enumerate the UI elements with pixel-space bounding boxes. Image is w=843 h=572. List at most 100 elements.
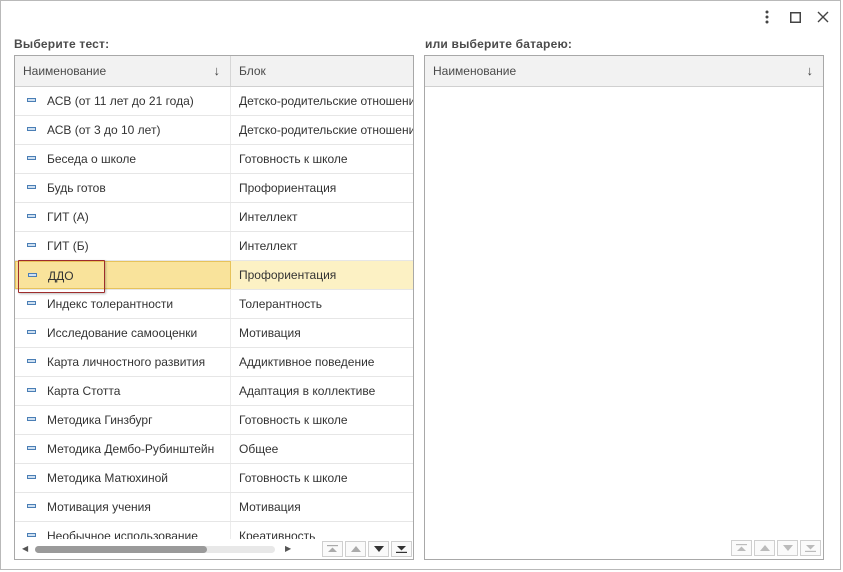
row-block-cell[interactable]: Адаптация в коллективе [231,377,413,405]
list-item-icon [27,533,36,537]
row-name-cell[interactable]: АСВ (от 3 до 10 лет) [15,116,231,144]
row-block-cell[interactable]: Готовность к школе [231,145,413,173]
row-name-text: Карта Стотта [47,384,121,398]
row-name-cell[interactable]: Индекс толерантности [15,290,231,318]
row-block-cell[interactable]: Интеллект [231,203,413,231]
row-block-cell[interactable]: Интеллект [231,232,413,260]
row-name-cell[interactable]: Методика Гинзбург [15,406,231,434]
row-block-cell[interactable]: Готовность к школе [231,406,413,434]
row-name-cell[interactable]: Карта Стотта [15,377,231,405]
battery-column-header-label: Наименование [433,64,517,78]
row-name-text: АСВ (от 11 лет до 21 года) [47,94,194,108]
batteries-table: Наименование ↓ [424,55,824,560]
table-row[interactable]: Необычное использование Креативность [15,522,413,539]
scroll-left-icon[interactable]: ◀ [22,544,28,553]
row-name-text: ДДО [48,269,74,283]
row-block-cell[interactable]: Мотивация [231,319,413,347]
select-battery-label: или выберите батарею: [425,37,573,51]
table-row[interactable]: ДДО Профориентация [15,260,413,293]
list-item-icon [27,504,36,508]
row-name-text: Необычное использование [47,529,198,539]
table-row[interactable]: Методика Гинзбург Готовность к школе [15,406,413,435]
list-item-icon [28,273,37,277]
row-block-cell[interactable]: Общее [231,435,413,463]
tests-table-header: Наименование ↓ Блок [15,56,413,87]
nav-prev-button[interactable] [754,540,775,556]
row-name-cell[interactable]: Мотивация учения [15,493,231,521]
table-row[interactable]: Методика Дембо-Рубинштейн Общее [15,435,413,464]
scroll-right-icon[interactable]: ▶ [285,544,291,553]
row-name-text: Беседа о школе [47,152,137,166]
row-name-cell[interactable]: ГИТ (А) [15,203,231,231]
row-name-text: АСВ (от 3 до 10 лет) [47,123,161,137]
sort-down-icon: ↓ [213,63,221,78]
row-name-cell[interactable]: Необычное использование [15,522,231,539]
row-name-cell[interactable]: ДДО [15,261,231,289]
row-name-cell[interactable]: АСВ (от 11 лет до 21 года) [15,87,231,115]
row-block-cell[interactable]: Толерантность [231,290,413,318]
list-item-icon [27,156,36,160]
row-block-cell[interactable]: Готовность к школе [231,464,413,492]
table-row[interactable]: ГИТ (А) Интеллект [15,203,413,232]
table-row[interactable]: ГИТ (Б) Интеллект [15,232,413,261]
table-row[interactable]: Мотивация учения Мотивация [15,493,413,522]
row-name-text: Методика Гинзбург [47,413,153,427]
list-item-icon [27,330,36,334]
row-name-text: ГИТ (А) [47,210,89,224]
list-item-icon [27,214,36,218]
row-block-cell[interactable]: Детско-родительские отношения [231,116,413,144]
row-block-cell[interactable]: Аддиктивное поведение [231,348,413,376]
list-item-icon [27,127,36,131]
more-icon[interactable] [758,8,776,26]
list-item-icon [27,185,36,189]
tests-nav-buttons [322,541,412,557]
table-row[interactable]: АСВ (от 11 лет до 21 года) Детско-родител… [15,87,413,116]
column-header-name-label: Наименование [23,64,107,78]
nav-prev-button[interactable] [345,541,366,557]
batteries-table-body [425,87,823,539]
horizontal-scrollbar[interactable]: ◀ ▶ [15,539,315,559]
nav-last-button[interactable] [800,540,821,556]
row-name-cell[interactable]: Беседа о школе [15,145,231,173]
row-name-text: ГИТ (Б) [47,239,89,253]
nav-next-button[interactable] [368,541,389,557]
list-item-icon [27,359,36,363]
row-block-cell[interactable]: Мотивация [231,493,413,521]
scroll-thumb[interactable] [35,546,207,553]
table-row[interactable]: Карта личностного развития Аддиктивное по… [15,348,413,377]
row-name-cell[interactable]: Будь готов [15,174,231,202]
close-icon[interactable] [814,8,832,26]
table-row[interactable]: Исследование самооценки Мотивация [15,319,413,348]
row-name-cell[interactable]: ГИТ (Б) [15,232,231,260]
row-name-cell[interactable]: Методика Дембо-Рубинштейн [15,435,231,463]
table-row[interactable]: Индекс толерантности Толерантность [15,290,413,319]
battery-column-header-name[interactable]: Наименование ↓ [425,56,823,86]
table-row[interactable]: Беседа о школе Готовность к школе [15,145,413,174]
row-name-text: Методика Матюхиной [47,471,169,485]
column-header-block[interactable]: Блок [231,56,413,86]
list-item-icon [27,446,36,450]
row-name-text: Исследование самооценки [47,326,198,340]
batteries-table-header: Наименование ↓ [425,56,823,87]
tests-table-body: АСВ (от 11 лет до 21 года) Детско-родител… [15,87,413,539]
nav-last-button[interactable] [391,541,412,557]
row-block-cell[interactable]: Креативность [231,522,413,539]
maximize-icon[interactable] [786,8,804,26]
select-test-label: Выберите тест: [14,37,110,51]
row-name-cell[interactable]: Исследование самооценки [15,319,231,347]
sort-down-icon: ↓ [806,63,814,78]
row-block-cell[interactable]: Профориентация [231,261,413,289]
row-block-cell[interactable]: Профориентация [231,174,413,202]
row-name-cell[interactable]: Карта личностного развития [15,348,231,376]
nav-next-button[interactable] [777,540,798,556]
column-header-name[interactable]: Наименование ↓ [15,56,231,86]
nav-first-button[interactable] [322,541,343,557]
table-row[interactable]: Карта Стотта Адаптация в коллективе [15,377,413,406]
nav-first-button[interactable] [731,540,752,556]
table-row[interactable]: Будь готов Профориентация [15,174,413,203]
row-name-cell[interactable]: Методика Матюхиной [15,464,231,492]
row-block-cell[interactable]: Детско-родительские отношения [231,87,413,115]
table-row[interactable]: Методика Матюхиной Готовность к школе [15,464,413,493]
table-row[interactable]: АСВ (от 3 до 10 лет) Детско-родительские … [15,116,413,145]
window-controls [758,7,832,27]
